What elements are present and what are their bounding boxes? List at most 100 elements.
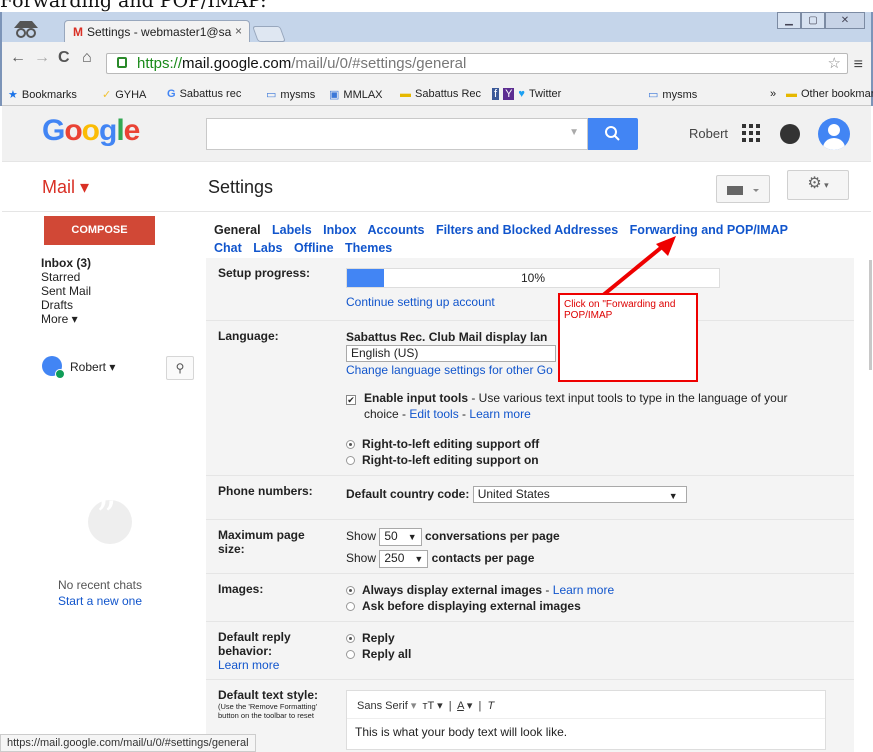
bookmark-item[interactable]: ▣ MMLAX	[329, 88, 383, 101]
bookmark-star-icon[interactable]: ☆	[828, 54, 841, 73]
keyboard-icon	[727, 186, 759, 195]
maximize-button[interactable]: ▢	[801, 12, 825, 29]
reload-icon[interactable]: C	[58, 49, 70, 67]
bookmark-item[interactable]: ▭ mysms	[648, 88, 697, 101]
ask-before-label: Ask before displaying external images	[362, 599, 581, 613]
input-tools-desc-2: choice -	[364, 407, 410, 421]
scrollbar[interactable]	[869, 260, 872, 370]
bookmarks-overflow[interactable]: »	[770, 88, 776, 100]
gear-icon: ⚙	[807, 175, 822, 192]
remove-formatting-icon[interactable]: T	[488, 700, 495, 712]
setup-progress-row: Setup progress: 10% Continue setting up …	[206, 258, 854, 321]
back-icon[interactable]: ←	[10, 49, 26, 67]
url-scheme: https://	[137, 55, 183, 72]
compose-button[interactable]: COMPOSE	[44, 216, 155, 245]
account-avatar[interactable]	[818, 118, 850, 150]
browser-menu-icon[interactable]: ≡	[854, 56, 863, 74]
apps-grid-icon[interactable]	[742, 124, 760, 142]
page-size-label: Maximum page size:	[218, 528, 305, 556]
mail-search-input[interactable]: ▼	[206, 118, 588, 150]
bookmark-item[interactable]: ★ Bookmarks	[8, 88, 77, 101]
bookmark-item[interactable]: f Y ♥ Twitter	[492, 88, 561, 100]
contacts-per-page-select[interactable]: 250 ▼	[379, 550, 429, 568]
reply-radio[interactable]	[346, 634, 355, 643]
notifications-bell-icon[interactable]	[780, 124, 800, 144]
edit-tools-link[interactable]: Edit tools	[409, 407, 458, 421]
browser-chrome: M Settings - webmaster1@sa × ▁ ▢ ✕ ← → C ⌂…	[0, 12, 873, 106]
tab-labels[interactable]: Labels	[272, 223, 312, 237]
home-icon[interactable]: ⌂	[82, 49, 92, 67]
rtl-off-radio[interactable]	[346, 440, 355, 449]
new-tab-button[interactable]	[252, 26, 286, 42]
sample-text: This is what your body text will look li…	[355, 725, 568, 739]
close-window-button[interactable]: ✕	[825, 12, 865, 29]
tab-offline[interactable]: Offline	[294, 241, 334, 255]
folder-more[interactable]: More ▾	[41, 312, 91, 326]
bookmark-item[interactable]: ▬ Sabattus Rec	[400, 88, 481, 100]
minimize-button[interactable]: ▁	[777, 12, 801, 29]
page-title: Settings	[208, 177, 274, 197]
address-bar[interactable]: https://mail.google.com/mail/u/0/#settin…	[106, 53, 848, 74]
contacts-per-page-label: contacts per page	[431, 551, 535, 565]
chat-user-name[interactable]: Robert ▾	[70, 360, 115, 374]
reply-learn-more[interactable]: Learn more	[218, 658, 279, 672]
rtl-on-radio[interactable]	[346, 456, 355, 465]
tab-accounts[interactable]: Accounts	[368, 223, 425, 237]
country-code-select[interactable]: United States ▼	[472, 486, 687, 503]
ask-before-radio[interactable]	[346, 602, 355, 611]
tab-chat[interactable]: Chat	[214, 241, 242, 255]
continue-setup-link[interactable]: Continue setting up account	[346, 294, 495, 310]
folder-sent[interactable]: Sent Mail	[41, 284, 91, 298]
title-bar: M Settings - webmaster1@sa × ▁ ▢ ✕	[2, 12, 871, 42]
user-name[interactable]: Robert	[689, 126, 728, 141]
reply-row: Default reply behavior: Learn more Reply …	[206, 622, 854, 680]
folder-inbox[interactable]: Inbox (3)	[41, 256, 91, 270]
browser-tab[interactable]: M Settings - webmaster1@sa ×	[64, 20, 250, 42]
google-logo[interactable]: Google	[42, 114, 140, 148]
google-header: Google ▼ Robert	[2, 106, 871, 162]
gmail-favicon-icon: M	[73, 25, 83, 39]
font-size-icon[interactable]: тT ▾	[422, 700, 442, 712]
settings-content: Setup progress: 10% Continue setting up …	[206, 258, 854, 752]
no-recent-text: No recent chats	[57, 578, 143, 592]
folder-drafts[interactable]: Drafts	[41, 298, 91, 312]
images-learn-more[interactable]: Learn more	[553, 583, 614, 597]
forward-icon[interactable]: →	[34, 49, 50, 67]
mail-menu[interactable]: Mail ▾	[42, 177, 89, 198]
input-tools-button[interactable]	[716, 175, 770, 203]
show-label: Show	[346, 529, 377, 543]
conversations-per-page-select[interactable]: 50 ▼	[379, 528, 422, 546]
reply-all-radio[interactable]	[346, 650, 355, 659]
bookmark-item[interactable]: ▭ mysms	[266, 88, 315, 101]
rtl-off-label: Right-to-left editing support off	[362, 437, 540, 451]
text-color-icon[interactable]: A	[457, 700, 464, 712]
tab-labs[interactable]: Labs	[253, 241, 282, 255]
phone-row: Phone numbers: Default country code: Uni…	[206, 476, 854, 520]
url-path: /mail/u/0/#settings/general	[291, 55, 467, 72]
tab-general[interactable]: General	[214, 223, 261, 237]
other-bookmarks[interactable]: ▬Other bookmarks	[786, 88, 873, 100]
always-display-radio[interactable]	[346, 586, 355, 595]
input-tools-learn-more[interactable]: Learn more	[469, 407, 530, 421]
browser-toolbar: ← → C ⌂ https://mail.google.com/mail/u/0…	[2, 42, 871, 84]
text-style-editor: Sans Serif ▾ тT ▾ | A ▾ | T This is what…	[346, 690, 826, 750]
search-button[interactable]	[588, 118, 638, 150]
search-icon	[605, 126, 620, 141]
tab-themes[interactable]: Themes	[345, 241, 392, 255]
tab-inbox[interactable]: Inbox	[323, 223, 356, 237]
editor-toolbar: Sans Serif ▾ тT ▾ | A ▾ | T	[347, 691, 825, 719]
search-options-icon[interactable]: ▼	[569, 127, 579, 138]
tab-close-icon[interactable]: ×	[235, 24, 242, 38]
text-style-label: Default text style: (Use the 'Remove Form…	[218, 688, 319, 720]
language-select[interactable]: English (US)	[346, 345, 556, 362]
settings-gear-button[interactable]: ⚙ ▾	[787, 170, 849, 200]
chat-avatar[interactable]	[42, 356, 65, 379]
page-size-settings: Show 50 ▼ conversations per page Show 250…	[346, 528, 560, 568]
input-tools-checkbox[interactable]: ✔	[346, 395, 356, 405]
bookmark-item[interactable]: G Sabattus rec	[167, 88, 241, 100]
font-family-select[interactable]: Sans Serif	[357, 700, 408, 712]
chat-search-icon[interactable]: ⚲	[166, 356, 194, 380]
start-new-chat-link[interactable]: Start a new one	[4, 593, 196, 609]
bookmark-item[interactable]: ✓ GYHA	[102, 88, 146, 101]
folder-starred[interactable]: Starred	[41, 270, 91, 284]
